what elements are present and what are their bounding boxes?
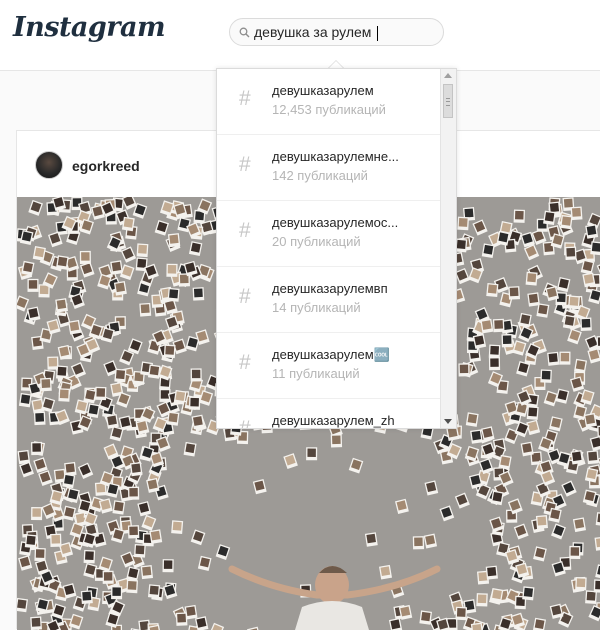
result-name: девушказарулемне... — [272, 149, 437, 164]
result-name: девушказарулем_zh — [272, 413, 437, 428]
hashtag-icon: # — [239, 417, 251, 429]
avatar[interactable] — [35, 151, 63, 179]
search-results-dropdown: # девушказарулем 12,453 публикаций # дев… — [216, 68, 457, 429]
scroll-down-arrow-icon[interactable] — [444, 419, 452, 424]
result-count: 142 публикаций — [272, 168, 368, 183]
hashtag-icon: # — [239, 219, 251, 243]
result-count: 14 публикаций — [272, 300, 361, 315]
result-name: девушказарулем🆒 — [272, 347, 437, 363]
hashtag-icon: # — [239, 351, 251, 375]
top-navigation-bar: Instagram — [0, 0, 600, 71]
result-count: 20 публикаций — [272, 234, 361, 249]
result-count: 12,453 публикаций — [272, 102, 386, 117]
search-result-item[interactable]: # девушказарулемвп 14 публикаций — [217, 267, 441, 333]
instagram-logo[interactable]: Instagram — [13, 12, 165, 43]
search-result-item[interactable]: # девушказарулемос... 20 публикаций — [217, 201, 441, 267]
search-input[interactable] — [254, 22, 439, 42]
search-box[interactable] — [229, 18, 444, 46]
hashtag-icon: # — [239, 285, 251, 309]
hashtag-icon: # — [239, 153, 251, 177]
scroll-up-arrow-icon[interactable] — [444, 73, 452, 78]
search-result-item[interactable]: # девушказарулем🆒 11 публикаций — [217, 333, 441, 399]
search-result-item[interactable]: # девушказарулем_zh — [217, 399, 441, 429]
result-name: девушказарулем — [272, 83, 437, 98]
search-icon — [239, 27, 250, 38]
result-name: девушказарулемос... — [272, 215, 437, 230]
hashtag-icon: # — [239, 87, 251, 111]
scrollbar[interactable] — [440, 69, 456, 428]
result-count: 11 публикаций — [272, 366, 360, 381]
search-result-item[interactable]: # девушказарулемне... 142 публикаций — [217, 135, 441, 201]
result-name: девушказарулемвп — [272, 281, 437, 296]
search-result-item[interactable]: # девушказарулем 12,453 публикаций — [217, 69, 441, 135]
scroll-thumb[interactable] — [443, 84, 453, 118]
text-cursor — [377, 26, 378, 41]
post-username[interactable]: egorkreed — [72, 158, 140, 174]
